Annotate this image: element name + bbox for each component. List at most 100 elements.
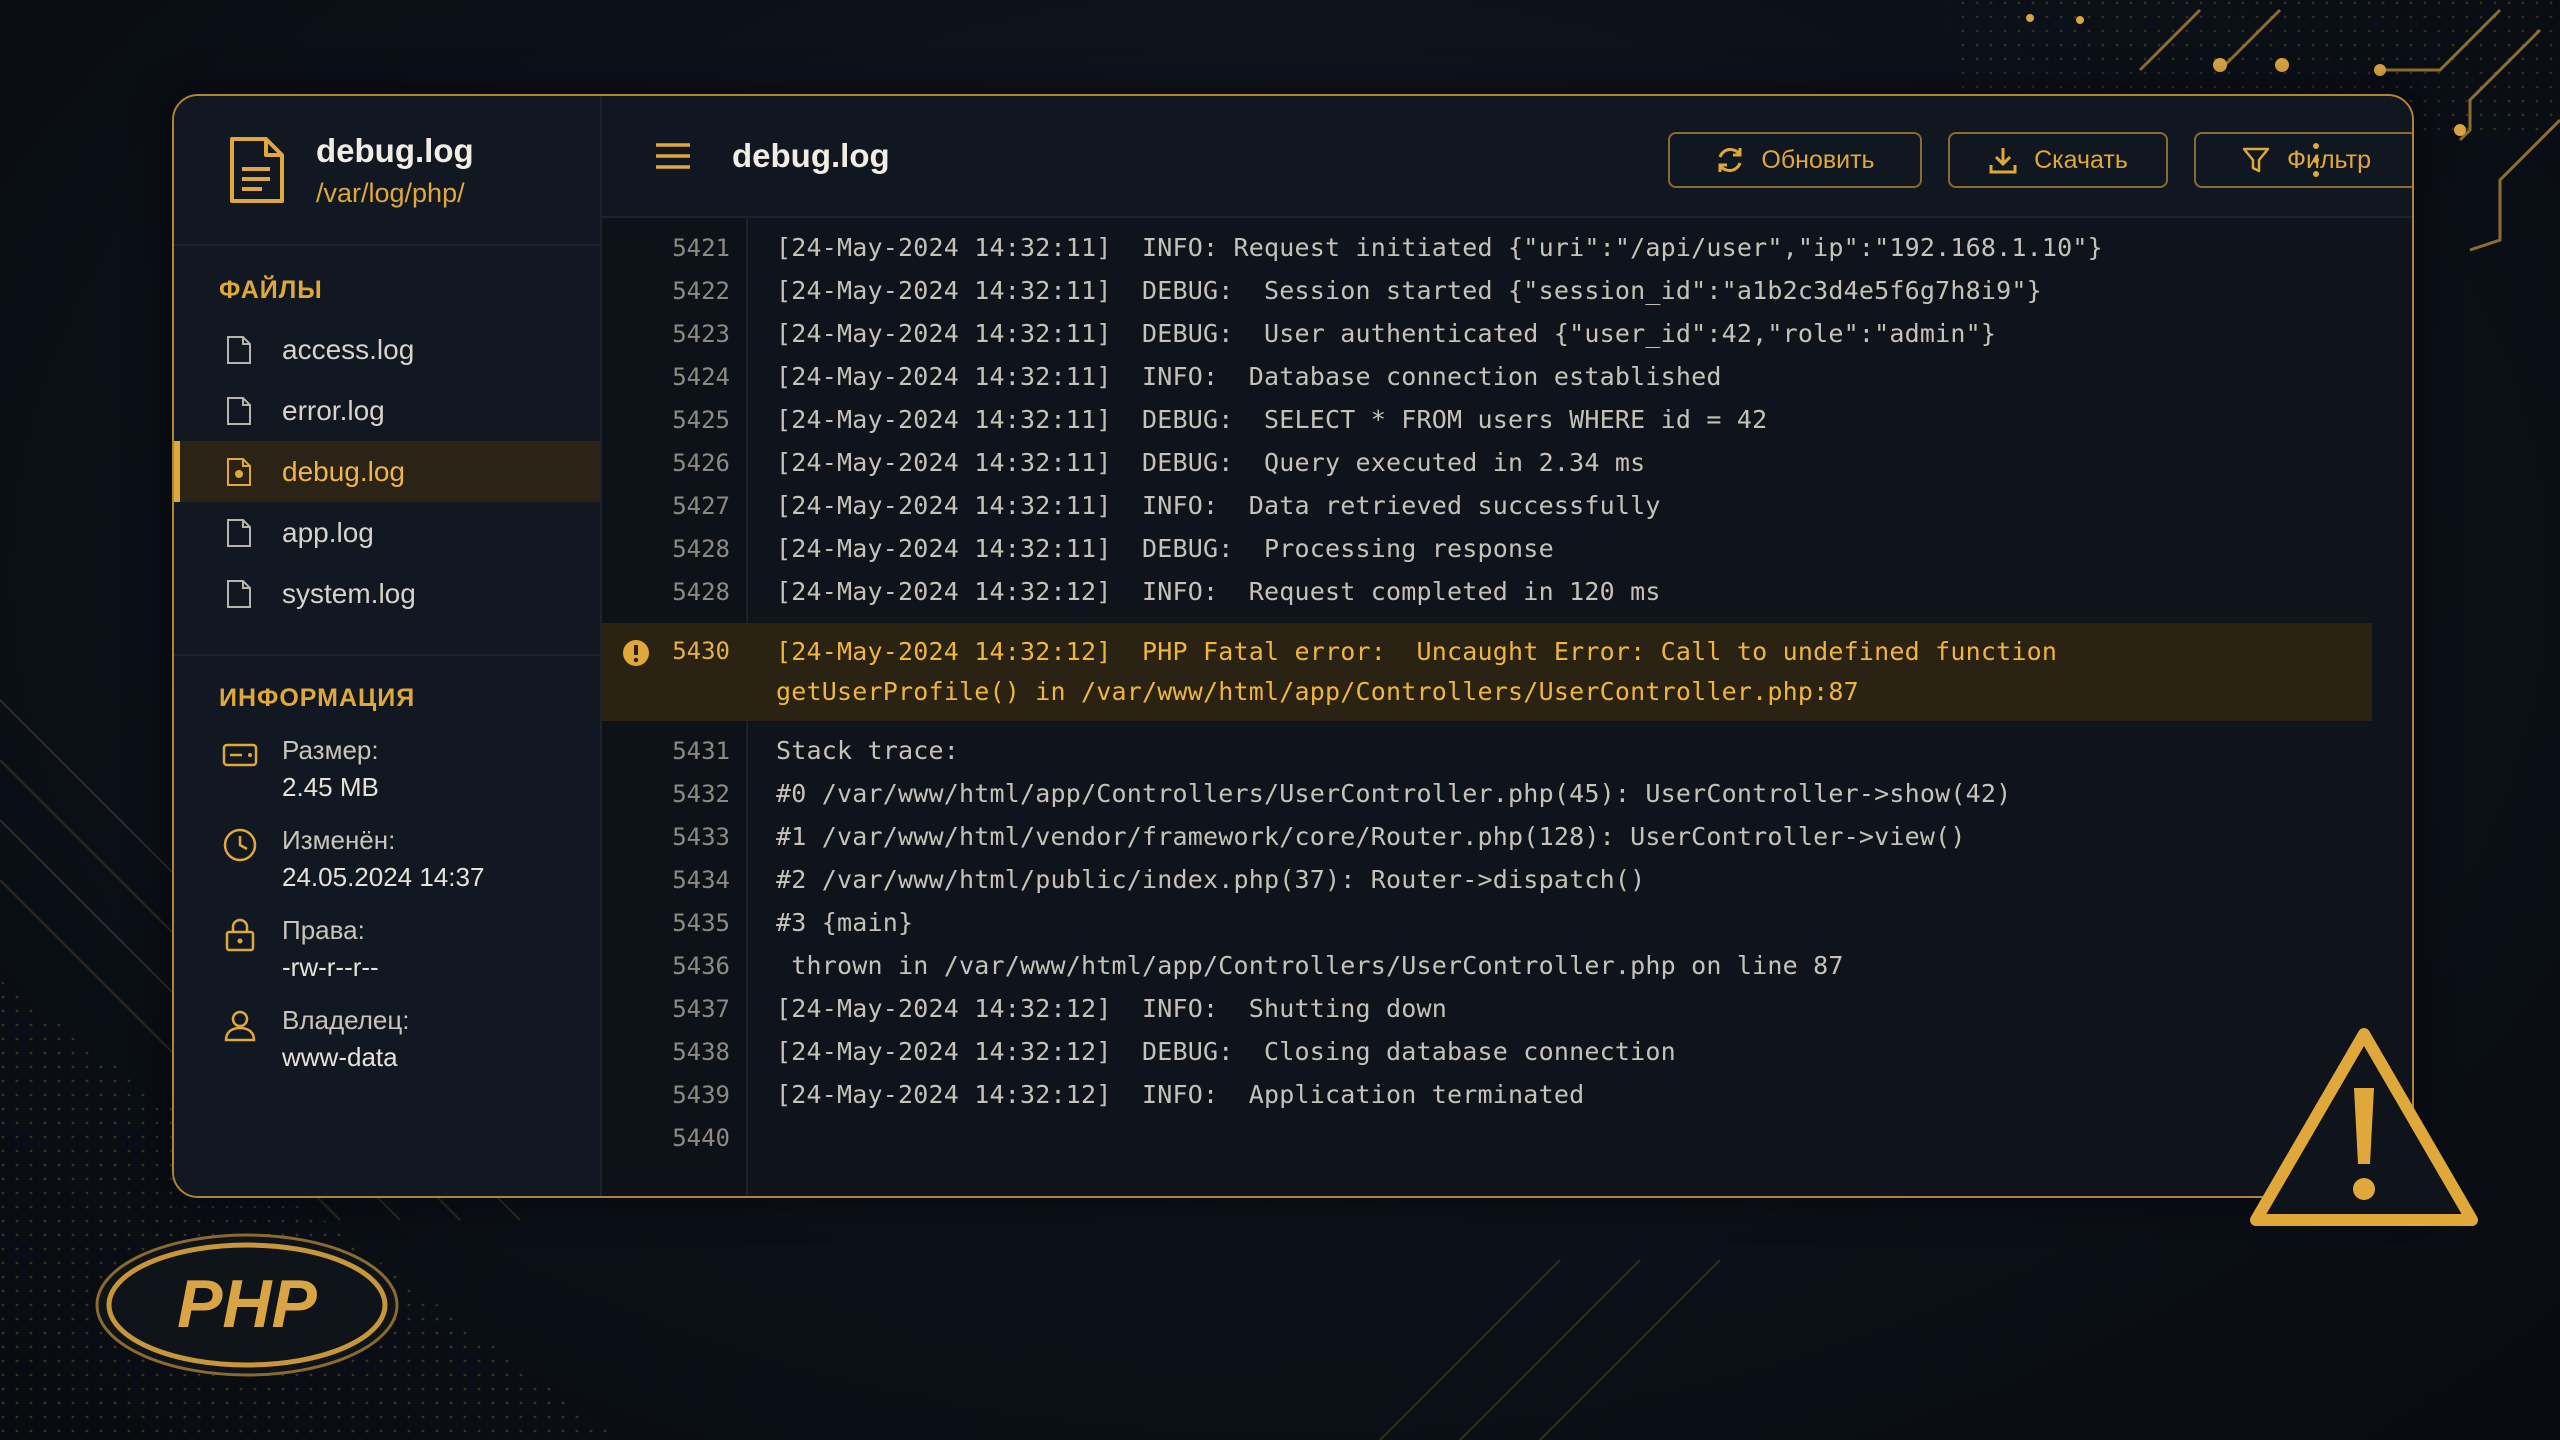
info-modified: Изменён: 24.05.2024 14:37 <box>174 825 600 893</box>
log-line: 5428 [24-May-2024 14:32:11] DEBUG: Proces… <box>602 527 2372 570</box>
file-path: /var/log/php/ <box>316 177 465 208</box>
php-logo-text: PHP <box>177 1266 317 1342</box>
line-number: 5425 <box>672 405 730 434</box>
info-permissions-label: Права: <box>282 915 365 945</box>
refresh-button[interactable]: Обновить <box>1668 132 1922 188</box>
line-number: 5440 <box>672 1123 730 1152</box>
sidebar-item-app-log[interactable]: app.log <box>174 502 600 563</box>
line-text: [24-May-2024 14:32:11] DEBUG: User authe… <box>776 319 1997 348</box>
document-icon <box>230 137 284 203</box>
log-line: 5425 [24-May-2024 14:32:11] DEBUG: SELECT… <box>602 398 2372 441</box>
filter-icon <box>2242 147 2270 173</box>
line-number: 5421 <box>672 233 730 262</box>
line-text: [24-May-2024 14:32:11] DEBUG: Query exec… <box>776 448 1646 477</box>
line-number: 5432 <box>672 779 730 808</box>
line-text: #2 /var/www/html/public/index.php(37): R… <box>776 865 1646 894</box>
info-size-label: Размер: <box>282 735 379 765</box>
error-text-line-1: [24-May-2024 14:32:12] PHP Fatal error: … <box>776 637 2058 666</box>
more-options-icon[interactable] <box>2310 138 2322 182</box>
line-text: [24-May-2024 14:32:12] INFO: Shutting do… <box>776 994 1448 1023</box>
line-text: #1 /var/www/html/vendor/framework/core/R… <box>776 822 1966 851</box>
line-text: thrown in /var/www/html/app/Controllers/… <box>776 951 1844 980</box>
info-owner: Владелец: www-data <box>174 1005 600 1073</box>
hamburger-menu-icon[interactable] <box>654 141 692 171</box>
line-number: 5435 <box>672 908 730 937</box>
log-line: 5439 [24-May-2024 14:32:12] INFO: Applica… <box>602 1073 2372 1116</box>
clock-icon <box>223 828 257 862</box>
warning-triangle-icon <box>2250 1028 2478 1226</box>
log-line: 5426 [24-May-2024 14:32:11] DEBUG: Query … <box>602 441 2372 484</box>
file-name: debug.log <box>316 131 474 169</box>
user-icon <box>224 1010 256 1042</box>
line-text: #3 {main} <box>776 908 914 937</box>
files-section: ФАЙЛЫ access.log error.log debug.log app… <box>174 246 600 624</box>
log-viewer-window: debug.log /var/log/php/ ФАЙЛЫ access.log… <box>172 94 2414 1198</box>
log-line: 5423 [24-May-2024 14:32:11] DEBUG: User a… <box>602 312 2372 355</box>
file-icon <box>227 579 251 608</box>
info-section: ИНФОРМАЦИЯ Размер: 2.45 MB Изменён: 24.0… <box>174 656 600 1073</box>
log-line: 5437 [24-May-2024 14:32:12] INFO: Shuttin… <box>602 987 2372 1030</box>
sidebar-item-label: debug.log <box>282 455 406 487</box>
info-permissions-value: -rw-r--r-- <box>282 952 379 982</box>
line-text: [24-May-2024 14:32:12] INFO: Application… <box>776 1080 1585 1109</box>
line-number: 5428 <box>672 577 730 606</box>
info-modified-label: Изменён: <box>282 825 396 855</box>
info-owner-label: Владелец: <box>282 1005 410 1035</box>
line-text: [24-May-2024 14:32:12] DEBUG: Closing da… <box>776 1037 1676 1066</box>
error-log-line: 5430 [24-May-2024 14:32:12] PHP Fatal er… <box>602 623 2372 721</box>
download-icon <box>1989 148 2017 174</box>
download-button[interactable]: Скачать <box>1948 132 2168 188</box>
lock-icon <box>225 918 255 952</box>
sidebar-item-system-log[interactable]: system.log <box>174 563 600 624</box>
drive-icon <box>222 743 258 767</box>
line-text: [24-May-2024 14:32:12] INFO: Request com… <box>776 577 1661 606</box>
refresh-icon <box>1718 148 1742 172</box>
line-number: 5438 <box>672 1037 730 1066</box>
line-number: 5428 <box>672 534 730 563</box>
log-content: 5421 [24-May-2024 14:32:11] INFO: Request… <box>602 218 2372 1196</box>
log-line: 5436 thrown in /var/www/html/app/Control… <box>602 944 2372 987</box>
line-number: 5434 <box>672 865 730 894</box>
line-number: 5426 <box>672 448 730 477</box>
filter-button-label: Фильтр <box>2287 145 2371 174</box>
sidebar-item-label: error.log <box>282 394 385 426</box>
file-header: debug.log /var/log/php/ <box>174 96 600 246</box>
refresh-button-label: Обновить <box>1761 145 1875 174</box>
info-owner-value: www-data <box>282 1042 398 1072</box>
log-line: 5431 Stack trace: <box>602 729 2372 772</box>
line-text: Stack trace: <box>776 736 960 765</box>
error-text-line-2: getUserProfile() in /var/www/html/app/Co… <box>776 677 1859 706</box>
php-logo: PHP <box>95 1233 399 1377</box>
files-section-title: ФАЙЛЫ <box>219 276 323 304</box>
log-line: 5427 [24-May-2024 14:32:11] INFO: Data re… <box>602 484 2372 527</box>
line-number: 5437 <box>672 994 730 1023</box>
sidebar-item-label: app.log <box>282 516 374 548</box>
file-icon <box>227 518 251 547</box>
page-title: debug.log <box>732 137 890 174</box>
file-icon <box>227 335 251 364</box>
line-text: [24-May-2024 14:32:11] INFO: Request ini… <box>776 233 2103 262</box>
log-line: 5422 [24-May-2024 14:32:11] DEBUG: Sessio… <box>602 269 2372 312</box>
log-line: 5440 <box>602 1116 2372 1159</box>
line-number: 5436 <box>672 951 730 980</box>
filter-button[interactable]: Фильтр <box>2194 132 2412 188</box>
line-number: 5422 <box>672 276 730 305</box>
line-text: [24-May-2024 14:32:11] DEBUG: Processing… <box>776 534 1554 563</box>
log-line: 5424 [24-May-2024 14:32:11] INFO: Databas… <box>602 355 2372 398</box>
sidebar-item-error-log[interactable]: error.log <box>174 380 600 441</box>
sidebar-item-debug-log[interactable]: debug.log <box>174 441 600 502</box>
log-line: 5434 #2 /var/www/html/public/index.php(37… <box>602 858 2372 901</box>
sidebar-item-label: system.log <box>282 577 416 609</box>
log-line: 5433 #1 /var/www/html/vendor/framework/co… <box>602 815 2372 858</box>
line-number: 5430 <box>672 637 730 665</box>
log-line: 5435 #3 {main} <box>602 901 2372 944</box>
log-line: 5428 [24-May-2024 14:32:12] INFO: Request… <box>602 570 2372 613</box>
download-button-label: Скачать <box>2034 145 2128 174</box>
line-text: [24-May-2024 14:32:11] INFO: Data retrie… <box>776 491 1661 520</box>
log-line: 5438 [24-May-2024 14:32:12] DEBUG: Closin… <box>602 1030 2372 1073</box>
sidebar-item-access-log[interactable]: access.log <box>174 319 600 380</box>
line-number: 5427 <box>672 491 730 520</box>
line-number: 5424 <box>672 362 730 391</box>
line-text: [24-May-2024 14:32:11] DEBUG: SELECT * F… <box>776 405 1768 434</box>
file-active-icon <box>227 457 251 486</box>
